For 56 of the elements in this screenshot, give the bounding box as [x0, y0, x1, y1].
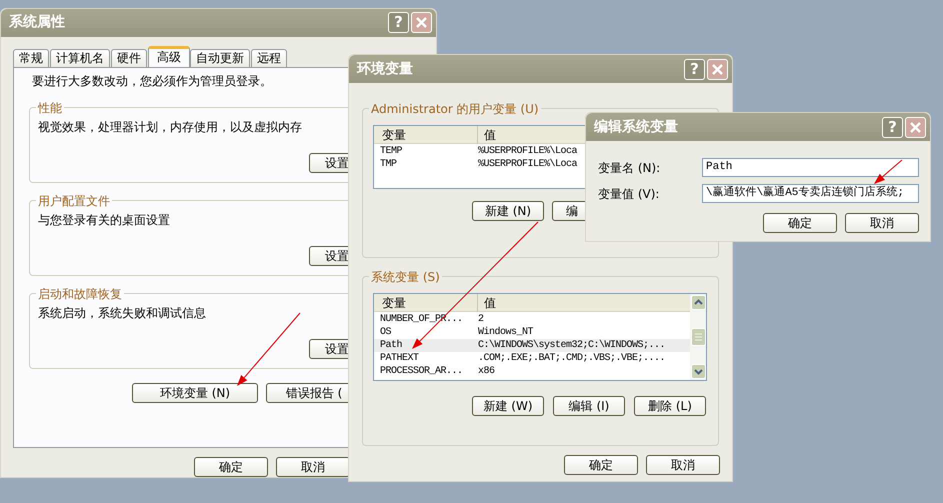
close-button[interactable]	[905, 116, 926, 138]
annotation-arrow	[874, 160, 902, 184]
variable-value: x86	[478, 366, 495, 376]
window-title: 系统属性	[9, 13, 65, 32]
group-description: 系统启动，系统失败和调试信息	[38, 304, 206, 322]
variable-value: .COM;.EXE;.BAT;.CMD;.VBS;.VBE;....	[478, 354, 666, 364]
column-header[interactable]: 变量	[374, 294, 478, 312]
column-header[interactable]: 值	[478, 126, 496, 144]
dialog-button[interactable]: 确定	[194, 457, 268, 477]
close-icon	[712, 64, 723, 74]
group-title: 用户配置文件	[36, 192, 112, 210]
scrollbar[interactable]	[690, 294, 706, 380]
close-button[interactable]	[411, 12, 432, 34]
dialog-button[interactable]: 新建 (N)	[472, 201, 544, 221]
notice-text: 要进行大多数改动，您必须作为管理员登录。	[31, 72, 273, 90]
scroll-down-icon[interactable]	[690, 364, 706, 379]
variable-value: %USERPROFILE%\Loca	[478, 160, 578, 170]
tab[interactable]: 自动更新	[190, 48, 250, 67]
dialog-button[interactable]: 取消	[646, 455, 720, 475]
variable-value: 2	[478, 314, 484, 324]
scroll-up-icon[interactable]	[690, 295, 706, 310]
dialog-button[interactable]: 新建 (W)	[472, 396, 544, 416]
tab[interactable]: 常规	[13, 48, 49, 67]
variable-value: C:\WINDOWS\system32;C:\WINDOWS;...	[478, 340, 666, 350]
tab[interactable]: 计算机名	[50, 48, 110, 67]
variable-name: PROCESSOR_AR...	[379, 366, 464, 376]
dialog-button[interactable]: 确定	[564, 455, 638, 475]
dialog-button[interactable]: 确定	[763, 213, 837, 233]
tab[interactable]: 硬件	[111, 48, 147, 67]
column-header[interactable]: 值	[478, 294, 496, 312]
close-icon	[416, 17, 427, 28]
scroll-thumb-icon[interactable]	[690, 328, 706, 346]
tab[interactable]: 远程	[251, 48, 287, 67]
group-title: 启动和故障恢复	[36, 284, 124, 303]
dialog-button[interactable]: 取消	[276, 457, 350, 477]
dialog-button[interactable]: 环境变量 (N)	[132, 382, 258, 403]
close-icon	[910, 122, 921, 132]
window-title: 环境变量	[357, 60, 413, 78]
dialog-button[interactable]: 删除 (L)	[634, 396, 706, 416]
input-field[interactable]: \赢通软件\赢通A5专卖店连锁门店系统;	[702, 184, 919, 203]
group-description: 与您登录有关的桌面设置	[38, 212, 170, 229]
field-label: 变量值 (V):	[598, 186, 660, 202]
window-title: 编辑系统变量	[594, 118, 678, 136]
group-title: 系统变量 (S)	[369, 268, 442, 286]
group-title: Administrator 的用户变量 (U)	[369, 100, 541, 118]
input-field[interactable]: Path	[702, 158, 919, 177]
variable-value: %USERPROFILE%\Loca	[478, 146, 578, 156]
close-button[interactable]	[707, 58, 728, 80]
tab[interactable]: 高级	[148, 46, 190, 67]
column-header[interactable]: 变量	[374, 126, 478, 144]
field-label: 变量名 (N):	[598, 160, 662, 176]
group-description: 视觉效果，处理器计划，内存使用，以及虚拟内存	[38, 118, 302, 136]
dialog-button[interactable]: 编辑 (I)	[553, 396, 625, 416]
variable-value: Windows_NT	[478, 328, 534, 338]
variable-name: OS	[379, 328, 392, 338]
dialog-button[interactable]: 取消	[845, 213, 919, 233]
